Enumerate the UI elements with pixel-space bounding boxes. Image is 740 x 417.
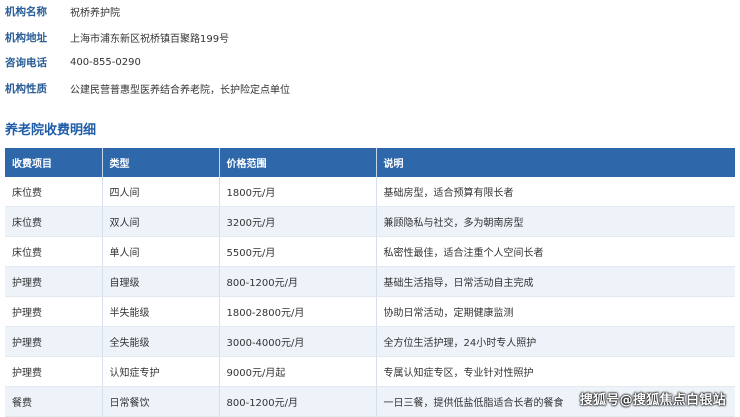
info-value: 公建民营普惠型医养结合养老院，长护险定点单位 [70, 84, 290, 96]
cell-price: 800-1200元/月 [219, 386, 377, 417]
cell-type: 全失能级 [102, 326, 220, 357]
table-row: 床位费 单人间 5500元/月 私密性最佳，适合注重个人空间长者 [5, 236, 735, 267]
cell-fee-item: 餐费 [5, 386, 103, 417]
table-row: 护理费 半失能级 1800-2800元/月 协助日常活动，定期健康监测 [5, 296, 735, 327]
cell-type: 认知症专护 [102, 356, 220, 387]
cell-type: 日常餐饮 [102, 386, 220, 417]
info-label: 机构性质 [5, 82, 47, 95]
watermark: 搜狐号@搜狐焦点白银站 [579, 393, 726, 408]
table-row: 护理费 认知症专护 9000元/月起 专属认知症专区，专业针对性照护 [5, 356, 735, 387]
cell-description: 协助日常活动，定期健康监测 [376, 296, 735, 327]
cell-type: 单人间 [102, 236, 220, 267]
header-description: 说明 [376, 148, 735, 177]
cell-price: 800-1200元/月 [219, 266, 377, 297]
table-row: 床位费 四人间 1800元/月 基础房型，适合预算有限长者 [5, 177, 735, 207]
section-title: 养老院收费明细 [5, 123, 97, 138]
info-value: 祝桥养护院 [70, 7, 120, 19]
cell-price: 3000-4000元/月 [219, 326, 377, 357]
cell-fee-item: 护理费 [5, 266, 103, 297]
cell-price: 9000元/月起 [219, 356, 377, 387]
cell-price: 3200元/月 [219, 206, 377, 237]
cell-description: 基础房型，适合预算有限长者 [376, 177, 735, 207]
cell-fee-item: 床位费 [5, 236, 103, 267]
cell-price: 5500元/月 [219, 236, 377, 267]
fee-table: 收费项目 类型 价格范围 说明 床位费 四人间 1800元/月 基础房型，适合预… [5, 148, 735, 417]
table-row: 床位费 双人间 3200元/月 兼顾隐私与社交，多为朝南房型 [5, 206, 735, 237]
cell-price: 1800-2800元/月 [219, 296, 377, 327]
info-value: 400-855-0290 [70, 56, 141, 68]
cell-description: 专属认知症专区，专业针对性照护 [376, 356, 735, 387]
info-label: 机构地址 [5, 31, 47, 44]
cell-fee-item: 床位费 [5, 177, 103, 207]
cell-description: 私密性最佳，适合注重个人空间长者 [376, 236, 735, 267]
cell-description: 兼顾隐私与社交，多为朝南房型 [376, 206, 735, 237]
cell-fee-item: 护理费 [5, 296, 103, 327]
cell-price: 1800元/月 [219, 177, 377, 207]
header-type: 类型 [102, 148, 220, 177]
header-price-range: 价格范围 [219, 148, 377, 177]
table-header-row: 收费项目 类型 价格范围 说明 [5, 148, 735, 177]
table-row: 护理费 全失能级 3000-4000元/月 全方位生活护理，24小时专人照护 [5, 326, 735, 357]
cell-fee-item: 护理费 [5, 326, 103, 357]
cell-type: 自理级 [102, 266, 220, 297]
cell-type: 双人间 [102, 206, 220, 237]
info-value: 上海市浦东新区祝桥镇百聚路199号 [70, 33, 230, 45]
cell-fee-item: 护理费 [5, 356, 103, 387]
table-row: 护理费 自理级 800-1200元/月 基础生活指导，日常活动自主完成 [5, 266, 735, 297]
cell-type: 半失能级 [102, 296, 220, 327]
cell-fee-item: 床位费 [5, 206, 103, 237]
cell-type: 四人间 [102, 177, 220, 207]
cell-description: 基础生活指导，日常活动自主完成 [376, 266, 735, 297]
cell-description: 全方位生活护理，24小时专人照护 [376, 326, 735, 357]
info-label: 机构名称 [5, 5, 47, 18]
header-fee-item: 收费项目 [5, 148, 103, 177]
info-label: 咨询电话 [5, 56, 47, 69]
